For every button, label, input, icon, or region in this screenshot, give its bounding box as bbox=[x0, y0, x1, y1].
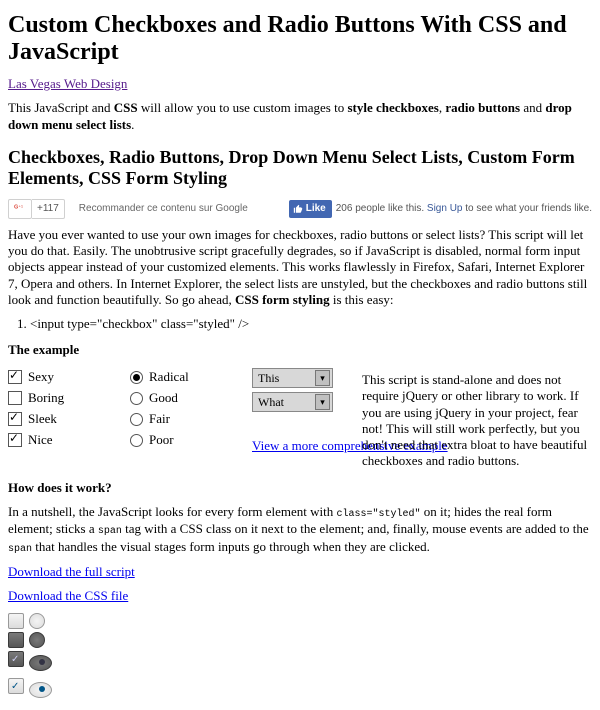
radio-radical[interactable] bbox=[130, 371, 143, 384]
example-note: This script is stand-alone and does not … bbox=[362, 364, 592, 470]
select-what[interactable]: What bbox=[252, 392, 333, 412]
social-bar: G+1 +117 Recommander ce contenu sur Goog… bbox=[8, 199, 592, 219]
select-this[interactable]: This bbox=[252, 368, 333, 388]
checkbox-boring[interactable] bbox=[8, 391, 22, 405]
example-heading: The example bbox=[8, 342, 592, 358]
radio-poor[interactable] bbox=[130, 434, 143, 447]
radio-label: Radical bbox=[149, 369, 189, 385]
gplus-count: +117 bbox=[32, 199, 65, 219]
how-heading: How does it work? bbox=[8, 480, 592, 496]
code-example: <input type="checkbox" class="styled" /> bbox=[30, 316, 592, 332]
checkbox-active-icon bbox=[8, 651, 24, 667]
download-css-link[interactable]: Download the CSS file bbox=[8, 588, 128, 603]
radio-column: Radical Good Fair Poor bbox=[130, 364, 222, 453]
gplus-recommend-text: Recommander ce contenu sur Google bbox=[79, 203, 248, 214]
checkbox-sleek[interactable] bbox=[8, 412, 22, 426]
example-block: Sexy Boring Sleek Nice Radical Good Fair… bbox=[8, 364, 592, 470]
gplus-icon: G+1 bbox=[13, 203, 27, 215]
radio-hover-icon bbox=[29, 632, 45, 648]
svg-text:G: G bbox=[14, 204, 18, 210]
chevron-down-icon bbox=[315, 370, 330, 386]
radio-active-icon bbox=[29, 655, 52, 671]
radio-label: Fair bbox=[149, 411, 170, 427]
radio-label: Good bbox=[149, 390, 178, 406]
checkbox-sexy[interactable] bbox=[8, 370, 22, 384]
chevron-down-icon bbox=[315, 394, 330, 410]
checkbox-checked-icon bbox=[8, 678, 24, 694]
sprite-preview bbox=[8, 613, 592, 702]
subheading: Checkboxes, Radio Buttons, Drop Down Men… bbox=[8, 147, 592, 189]
checkbox-label: Sexy bbox=[28, 369, 54, 385]
download-script-link[interactable]: Download the full script bbox=[8, 564, 135, 579]
radio-label: Poor bbox=[149, 432, 174, 448]
fb-signup-link[interactable]: Sign Up bbox=[427, 203, 463, 214]
checkbox-label: Nice bbox=[28, 432, 53, 448]
top-link[interactable]: Las Vegas Web Design bbox=[8, 76, 127, 91]
checkbox-label: Sleek bbox=[28, 411, 57, 427]
radio-fair[interactable] bbox=[130, 413, 143, 426]
how-paragraph: In a nutshell, the JavaScript looks for … bbox=[8, 504, 592, 557]
radio-good[interactable] bbox=[130, 392, 143, 405]
checkbox-unchecked-icon bbox=[8, 613, 24, 629]
intro-paragraph: This JavaScript and CSS will allow you t… bbox=[8, 100, 592, 133]
checkbox-label: Boring bbox=[28, 390, 64, 406]
thumbs-up-icon bbox=[293, 204, 303, 214]
svg-text:+1: +1 bbox=[19, 203, 24, 208]
fb-like-button[interactable]: Like bbox=[289, 200, 332, 218]
radio-checked-icon bbox=[29, 682, 52, 698]
fb-text: 206 people like this. Sign Up to see wha… bbox=[336, 203, 592, 214]
checkbox-hover-icon bbox=[8, 632, 24, 648]
facebook-widget: Like 206 people like this. Sign Up to se… bbox=[289, 200, 592, 218]
radio-unchecked-icon bbox=[29, 613, 45, 629]
checkbox-nice[interactable] bbox=[8, 433, 22, 447]
select-column: This What View a more comprehensive exam… bbox=[252, 364, 332, 454]
page-title: Custom Checkboxes and Radio Buttons With… bbox=[8, 12, 592, 66]
checkbox-column: Sexy Boring Sleek Nice bbox=[8, 364, 100, 453]
description-paragraph: Have you ever wanted to use your own ima… bbox=[8, 227, 592, 308]
google-plus-widget[interactable]: G+1 +117 bbox=[8, 199, 65, 219]
